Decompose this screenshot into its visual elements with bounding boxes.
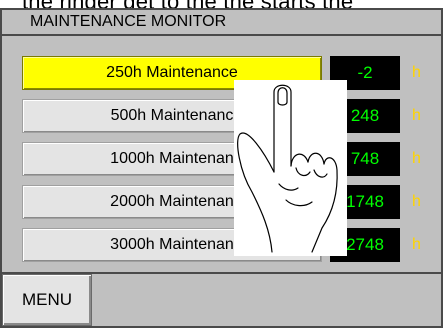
maintenance-rows: 250h Maintenance -2 h 500h Maintenanc 24… xyxy=(2,36,441,272)
unit-label-1000h: h xyxy=(412,150,421,167)
pointing-hand-icon xyxy=(237,84,338,253)
unit-label-2000h: h xyxy=(412,193,421,210)
caption-text: the ringer get to the the starts the xyxy=(22,0,353,8)
unit-label-500h: h xyxy=(412,107,421,124)
title-bar: MAINTENANCE MONITOR xyxy=(2,10,441,36)
unit-label-3000h: h xyxy=(412,236,421,253)
page-title: MAINTENANCE MONITOR xyxy=(30,13,227,30)
pointing-hand-overlay xyxy=(234,80,347,256)
maintenance-panel: MAINTENANCE MONITOR 250h Maintenance -2 … xyxy=(0,8,443,328)
unit-label-250h: h xyxy=(412,64,421,81)
caption-strip: the ringer get to the the starts the xyxy=(0,0,443,8)
menu-button[interactable]: MENU xyxy=(2,274,92,326)
